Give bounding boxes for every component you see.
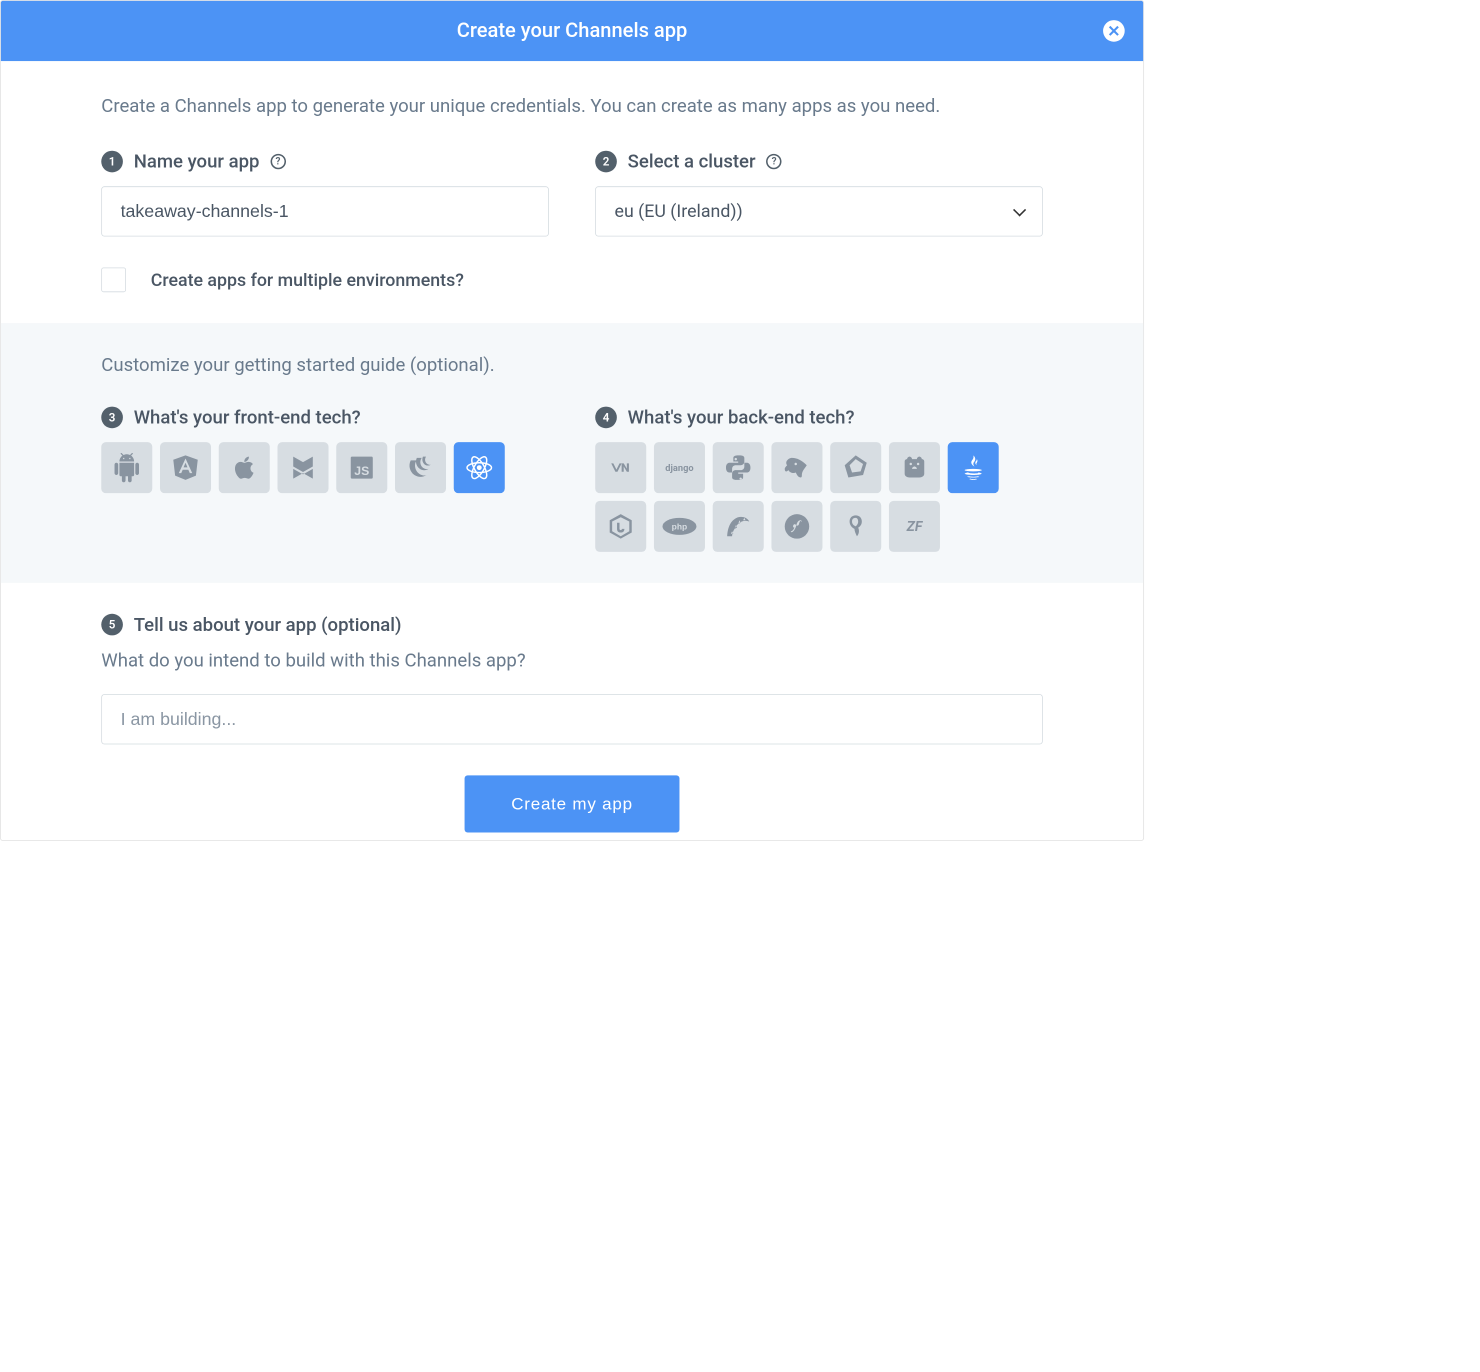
intro-text: Create a Channels app to generate your u… — [101, 92, 1043, 120]
step5-label: 5 Tell us about your app (optional) — [101, 614, 1043, 636]
backend-tech-grid: django — [595, 442, 1043, 552]
step3-label-text: What's your front-end tech? — [134, 407, 361, 429]
backbone-icon — [288, 453, 317, 482]
step-badge-1: 1 — [101, 151, 123, 173]
app-description-input[interactable] — [101, 694, 1043, 744]
tech-backbone[interactable] — [278, 442, 329, 493]
tech-java[interactable] — [948, 442, 999, 493]
apple-icon — [230, 453, 259, 482]
step2-label: 2 Select a cluster ? — [595, 151, 1043, 173]
section-customize: Customize your getting started guide (op… — [1, 323, 1143, 583]
step-badge-4: 4 — [595, 407, 617, 429]
tech-jquery[interactable] — [395, 442, 446, 493]
tech-nodejs[interactable] — [595, 501, 646, 552]
customize-text: Customize your getting started guide (op… — [101, 354, 1043, 376]
frontend-tech-grid: JS — [101, 442, 549, 493]
step2-label-text: Select a cluster — [628, 151, 756, 173]
step4-label: 4 What's your back-end tech? — [595, 407, 1043, 429]
step4-label-text: What's your back-end tech? — [628, 407, 855, 429]
rails-icon — [724, 512, 753, 541]
java-icon — [959, 453, 988, 482]
step-badge-2: 2 — [595, 151, 617, 173]
step5-label-text: Tell us about your app (optional) — [134, 614, 402, 636]
php-icon: php — [661, 517, 698, 536]
tech-gopher[interactable] — [889, 442, 940, 493]
nodejs-icon — [606, 512, 635, 541]
step-badge-5: 5 — [101, 614, 123, 636]
tech-yii[interactable] — [830, 501, 881, 552]
step-badge-3: 3 — [101, 407, 123, 429]
tech-go[interactable] — [771, 442, 822, 493]
create-app-button[interactable]: Create my app — [465, 775, 679, 832]
jquery-icon — [406, 453, 435, 482]
angular-icon — [171, 453, 200, 482]
tech-apple[interactable] — [219, 442, 270, 493]
gopher-icon — [900, 453, 929, 482]
crystal-icon — [841, 453, 870, 482]
go-icon — [782, 453, 811, 482]
tech-react[interactable] — [454, 442, 505, 493]
tech-django[interactable]: django — [654, 442, 705, 493]
tech-symfony[interactable] — [771, 501, 822, 552]
zend-icon: ZF — [907, 518, 923, 534]
tech-rails[interactable] — [713, 501, 764, 552]
svg-text:php: php — [672, 522, 688, 532]
step1-label: 1 Name your app ? — [101, 151, 549, 173]
dotnet-icon — [606, 453, 635, 482]
symfony-icon — [782, 512, 811, 541]
modal-header: Create your Channels app ✕ — [1, 1, 1143, 61]
react-icon — [465, 453, 494, 482]
android-icon — [112, 453, 141, 482]
tech-angular[interactable] — [160, 442, 211, 493]
tech-dotnet[interactable] — [595, 442, 646, 493]
multi-env-row: Create apps for multiple environments? — [101, 267, 1043, 292]
python-icon — [724, 453, 753, 482]
tech-php[interactable]: php — [654, 501, 705, 552]
tech-javascript[interactable]: JS — [336, 442, 387, 493]
section-about: 5 Tell us about your app (optional) What… — [1, 583, 1143, 840]
svg-text:JS: JS — [354, 464, 369, 478]
help-icon[interactable]: ? — [766, 154, 781, 169]
javascript-icon: JS — [347, 453, 376, 482]
close-icon: ✕ — [1107, 22, 1120, 41]
cluster-select[interactable]: eu (EU (Ireland)) — [595, 186, 1043, 236]
tech-python[interactable] — [713, 442, 764, 493]
help-icon[interactable]: ? — [270, 154, 285, 169]
multi-env-label: Create apps for multiple environments? — [151, 269, 464, 290]
tech-crystal[interactable] — [830, 442, 881, 493]
modal-title: Create your Channels app — [32, 19, 1113, 42]
tech-zend[interactable]: ZF — [889, 501, 940, 552]
step5-subtext: What do you intend to build with this Ch… — [101, 649, 1043, 671]
django-icon: django — [665, 462, 693, 473]
create-app-modal: Create your Channels app ✕ Create a Chan… — [0, 0, 1144, 841]
app-name-input[interactable] — [101, 186, 549, 236]
yii-icon — [841, 512, 870, 541]
step3-label: 3 What's your front-end tech? — [101, 407, 549, 429]
multi-env-checkbox[interactable] — [101, 267, 126, 292]
tech-android[interactable] — [101, 442, 152, 493]
close-button[interactable]: ✕ — [1103, 20, 1125, 42]
step1-label-text: Name your app — [134, 151, 260, 173]
section-main: Create a Channels app to generate your u… — [1, 61, 1143, 323]
